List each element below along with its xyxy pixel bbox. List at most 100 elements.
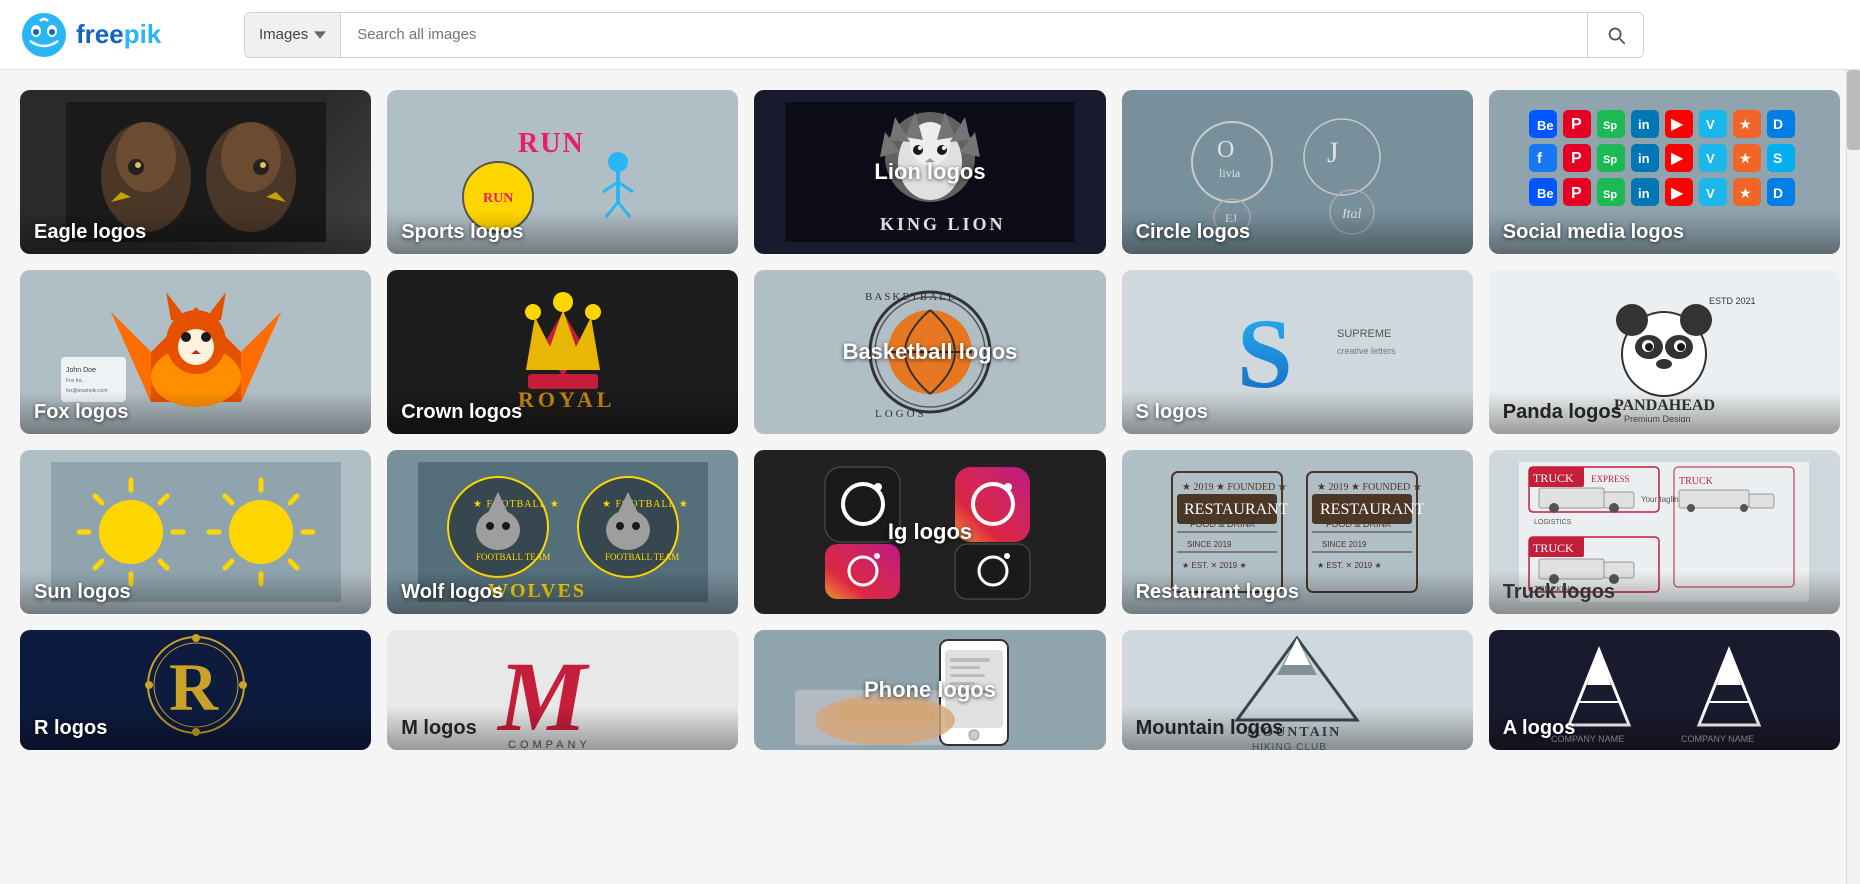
svg-text:Be: Be <box>1537 186 1554 201</box>
social-logos-label: Social media logos <box>1489 211 1840 254</box>
svg-text:FOOD & DRINK: FOOD & DRINK <box>1190 519 1255 529</box>
svg-text:★ FOOTBALL ★: ★ FOOTBALL ★ <box>473 499 560 510</box>
card-fox-logos[interactable]: John Doe Fox Inc. fox@example.com Fox lo… <box>20 270 371 434</box>
svg-text:V: V <box>1706 186 1715 201</box>
sports-logos-label: Sports logos <box>387 211 738 254</box>
svg-text:P: P <box>1571 185 1582 202</box>
card-a-logos[interactable]: COMPANY NAME COMPANY NAME A logos <box>1489 630 1840 750</box>
truck-logos-label: Truck logos <box>1489 571 1840 614</box>
card-sun-logos[interactable]: Sun logos <box>20 450 371 614</box>
ig-logos-label: Ig logos <box>754 450 1105 614</box>
phone-logos-label: Phone logos <box>754 630 1105 750</box>
svg-text:in: in <box>1638 186 1650 201</box>
search-button[interactable] <box>1587 13 1643 57</box>
restaurant-logos-label: Restaurant logos <box>1122 571 1473 614</box>
svg-text:RUN: RUN <box>483 191 513 206</box>
svg-text:★ EST. ✕ 2019 ★: ★ EST. ✕ 2019 ★ <box>1317 561 1382 570</box>
card-mountain-logos[interactable]: MOUNTAIN HIKING CLUB Mountain logos <box>1122 630 1473 750</box>
card-lion-logos[interactable]: KING LION Lion logos <box>754 90 1105 254</box>
eagle-logos-label: Eagle logos <box>20 211 371 254</box>
svg-text:SINCE 2019: SINCE 2019 <box>1187 540 1232 549</box>
svg-text:TRUCK: TRUCK <box>1533 471 1574 485</box>
grid-row-3: Sun logos ★ FOOTBALL ★ FOOTBALL TEAM <box>20 450 1840 614</box>
card-truck-logos[interactable]: TRUCK EXPRESS Your tagline here LOGISTIC… <box>1489 450 1840 614</box>
main-content: Eagle logos RUN RUN <box>0 70 1860 770</box>
card-circle-logos[interactable]: O livia J EJ Ital Circle logos <box>1122 90 1473 254</box>
lion-logos-label: Lion logos <box>754 90 1105 254</box>
crown-logos-label: Crown logos <box>387 391 738 434</box>
chevron-down-icon <box>314 29 326 41</box>
svg-text:S: S <box>1773 150 1782 166</box>
scrollbar-thumb[interactable] <box>1847 70 1860 150</box>
search-input[interactable] <box>341 13 1587 57</box>
svg-text:Be: Be <box>1537 118 1554 133</box>
svg-text:D: D <box>1773 185 1783 201</box>
svg-text:in: in <box>1638 117 1650 132</box>
s-logos-label: S logos <box>1122 391 1473 434</box>
m-logos-label: M logos <box>387 707 738 750</box>
card-m-logos[interactable]: M COMPANY M logos <box>387 630 738 750</box>
svg-text:RESTAURANT: RESTAURANT <box>1320 501 1425 518</box>
svg-text:Sp: Sp <box>1603 189 1617 201</box>
freepik-logo-icon <box>20 11 68 59</box>
card-phone-logos[interactable]: Phone logos <box>754 630 1105 750</box>
svg-text:▶: ▶ <box>1671 185 1684 202</box>
svg-text:▶: ▶ <box>1671 150 1684 167</box>
grid-row-2: John Doe Fox Inc. fox@example.com Fox lo… <box>20 270 1840 434</box>
svg-text:RUN: RUN <box>518 128 585 159</box>
logo[interactable]: freepik <box>20 11 220 59</box>
logo-text: freepik <box>76 19 161 50</box>
svg-text:FOOD & DRINK: FOOD & DRINK <box>1326 519 1391 529</box>
panda-logos-label: Panda logos <box>1489 391 1840 434</box>
grid-row-4: R R logos M COMPANY M logos <box>20 630 1840 750</box>
svg-text:V: V <box>1706 117 1715 132</box>
svg-text:P: P <box>1571 150 1582 167</box>
svg-text:LOGISTICS: LOGISTICS <box>1534 519 1572 526</box>
wolf-logos-label: Wolf logos <box>387 571 738 614</box>
card-r-logos[interactable]: R R logos <box>20 630 371 750</box>
card-s-logos[interactable]: S SUPREME creative letters S logos <box>1122 270 1473 434</box>
mountain-logos-label: Mountain logos <box>1122 707 1473 750</box>
search-icon <box>1605 24 1627 46</box>
svg-text:★ 2019 ★ FOUNDED ★: ★ 2019 ★ FOUNDED ★ <box>1182 482 1287 493</box>
svg-text:Fox Inc.: Fox Inc. <box>66 378 84 384</box>
card-panda-logos[interactable]: ESTD 2021 PANDAHEAD <box>1489 270 1840 434</box>
card-basketball-logos[interactable]: BASKETBALL LOGOS Basketball logos <box>754 270 1105 434</box>
svg-text:John Doe: John Doe <box>66 367 96 374</box>
search-type-label: Images <box>259 26 308 43</box>
svg-text:ESTD 2021: ESTD 2021 <box>1709 296 1756 306</box>
card-social-logos[interactable]: Be P Sp in ▶ V ★ D f <box>1489 90 1840 254</box>
card-eagle-logos[interactable]: Eagle logos <box>20 90 371 254</box>
card-wolf-logos[interactable]: ★ FOOTBALL ★ FOOTBALL TEAM ★ FOOTBALL ★ … <box>387 450 738 614</box>
svg-text:Sp: Sp <box>1603 154 1617 166</box>
search-type-dropdown[interactable]: Images <box>245 13 341 57</box>
svg-text:★ EST. ✕ 2019 ★: ★ EST. ✕ 2019 ★ <box>1182 561 1247 570</box>
circle-logos-label: Circle logos <box>1122 211 1473 254</box>
svg-text:FOOTBALL TEAM: FOOTBALL TEAM <box>605 552 679 562</box>
svg-text:FOOTBALL TEAM: FOOTBALL TEAM <box>476 552 550 562</box>
card-sports-logos[interactable]: RUN RUN Sports logos <box>387 90 738 254</box>
card-restaurant-logos[interactable]: ★ 2019 ★ FOUNDED ★ RESTAURANT FOOD & DRI… <box>1122 450 1473 614</box>
search-bar: Images <box>244 12 1644 58</box>
svg-text:TRUCK: TRUCK <box>1679 476 1714 487</box>
svg-text:livia: livia <box>1219 166 1241 180</box>
svg-text:J: J <box>1327 136 1339 169</box>
svg-text:Sp: Sp <box>1603 120 1617 132</box>
svg-text:★ FOOTBALL ★: ★ FOOTBALL ★ <box>602 499 689 510</box>
svg-text:TRUCK: TRUCK <box>1533 541 1574 555</box>
svg-text:creative letters: creative letters <box>1337 346 1396 356</box>
svg-text:★: ★ <box>1739 150 1752 166</box>
sun-logos-label: Sun logos <box>20 571 371 614</box>
svg-text:P: P <box>1571 116 1582 133</box>
svg-text:★: ★ <box>1739 116 1752 132</box>
card-crown-logos[interactable]: ROYAL Crown logos <box>387 270 738 434</box>
svg-text:V: V <box>1706 151 1715 166</box>
r-logos-label: R logos <box>20 707 371 750</box>
scrollbar[interactable] <box>1846 0 1860 884</box>
svg-text:in: in <box>1638 151 1650 166</box>
svg-text:D: D <box>1773 116 1783 132</box>
card-ig-logos[interactable]: Ig logos <box>754 450 1105 614</box>
header: freepik Images <box>0 0 1860 70</box>
basketball-logos-label: Basketball logos <box>754 270 1105 434</box>
svg-text:SINCE 2019: SINCE 2019 <box>1322 540 1367 549</box>
